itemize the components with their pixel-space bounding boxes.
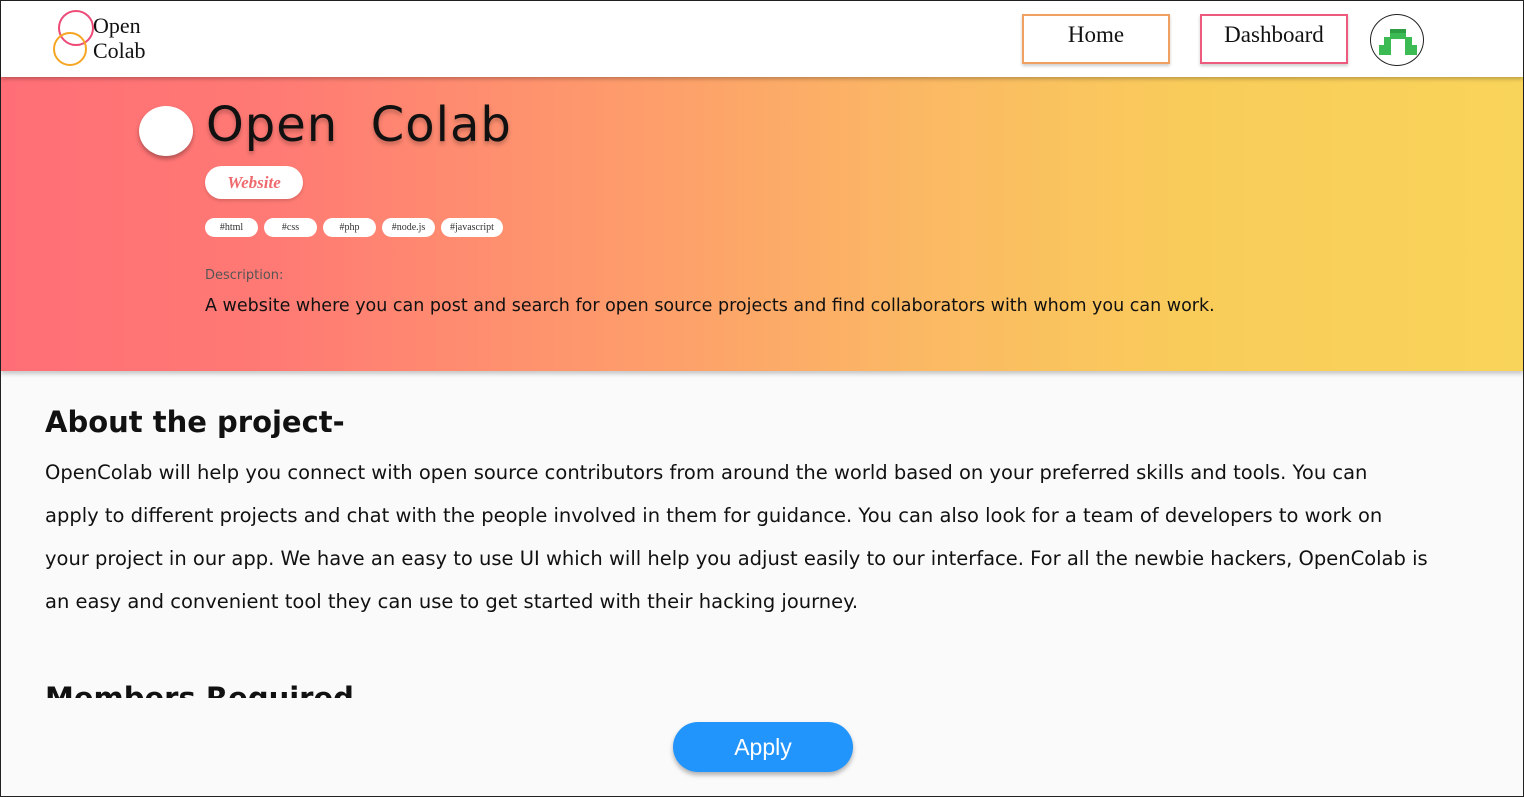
logo-text: Open Colab [93,13,146,63]
description-label: Description: [205,268,284,283]
green-pixel-avatar-icon [1379,29,1417,55]
project-type-badge: Website [205,166,303,199]
tag-chip[interactable]: #css [264,218,317,237]
project-avatar [139,106,193,156]
dashboard-nav-button[interactable]: Dashboard [1200,14,1348,64]
tag-chip[interactable]: #javascript [441,218,503,237]
tag-chip[interactable]: #html [205,218,258,237]
top-header: Open Colab Home Dashboard [1,1,1523,77]
tag-list: #html #css #php #node.js #javascript [205,218,503,237]
project-title: Open Colab [206,97,512,153]
tag-chip[interactable]: #php [323,218,376,237]
opencolab-logo[interactable]: Open Colab [51,7,161,69]
about-text: OpenColab will help you connect with ope… [45,461,1428,613]
user-avatar[interactable] [1370,14,1424,66]
logo-line-1: Open [93,13,141,38]
project-hero-banner: Open Colab Website #html #css #php #node… [1,77,1523,371]
home-nav-button[interactable]: Home [1022,14,1170,64]
logo-line-2: Colab [93,38,146,63]
tag-chip[interactable]: #node.js [382,218,435,237]
about-heading: About the project- [45,405,345,439]
apply-button[interactable]: Apply [673,722,853,772]
description-text: A website where you can post and search … [205,296,1215,316]
